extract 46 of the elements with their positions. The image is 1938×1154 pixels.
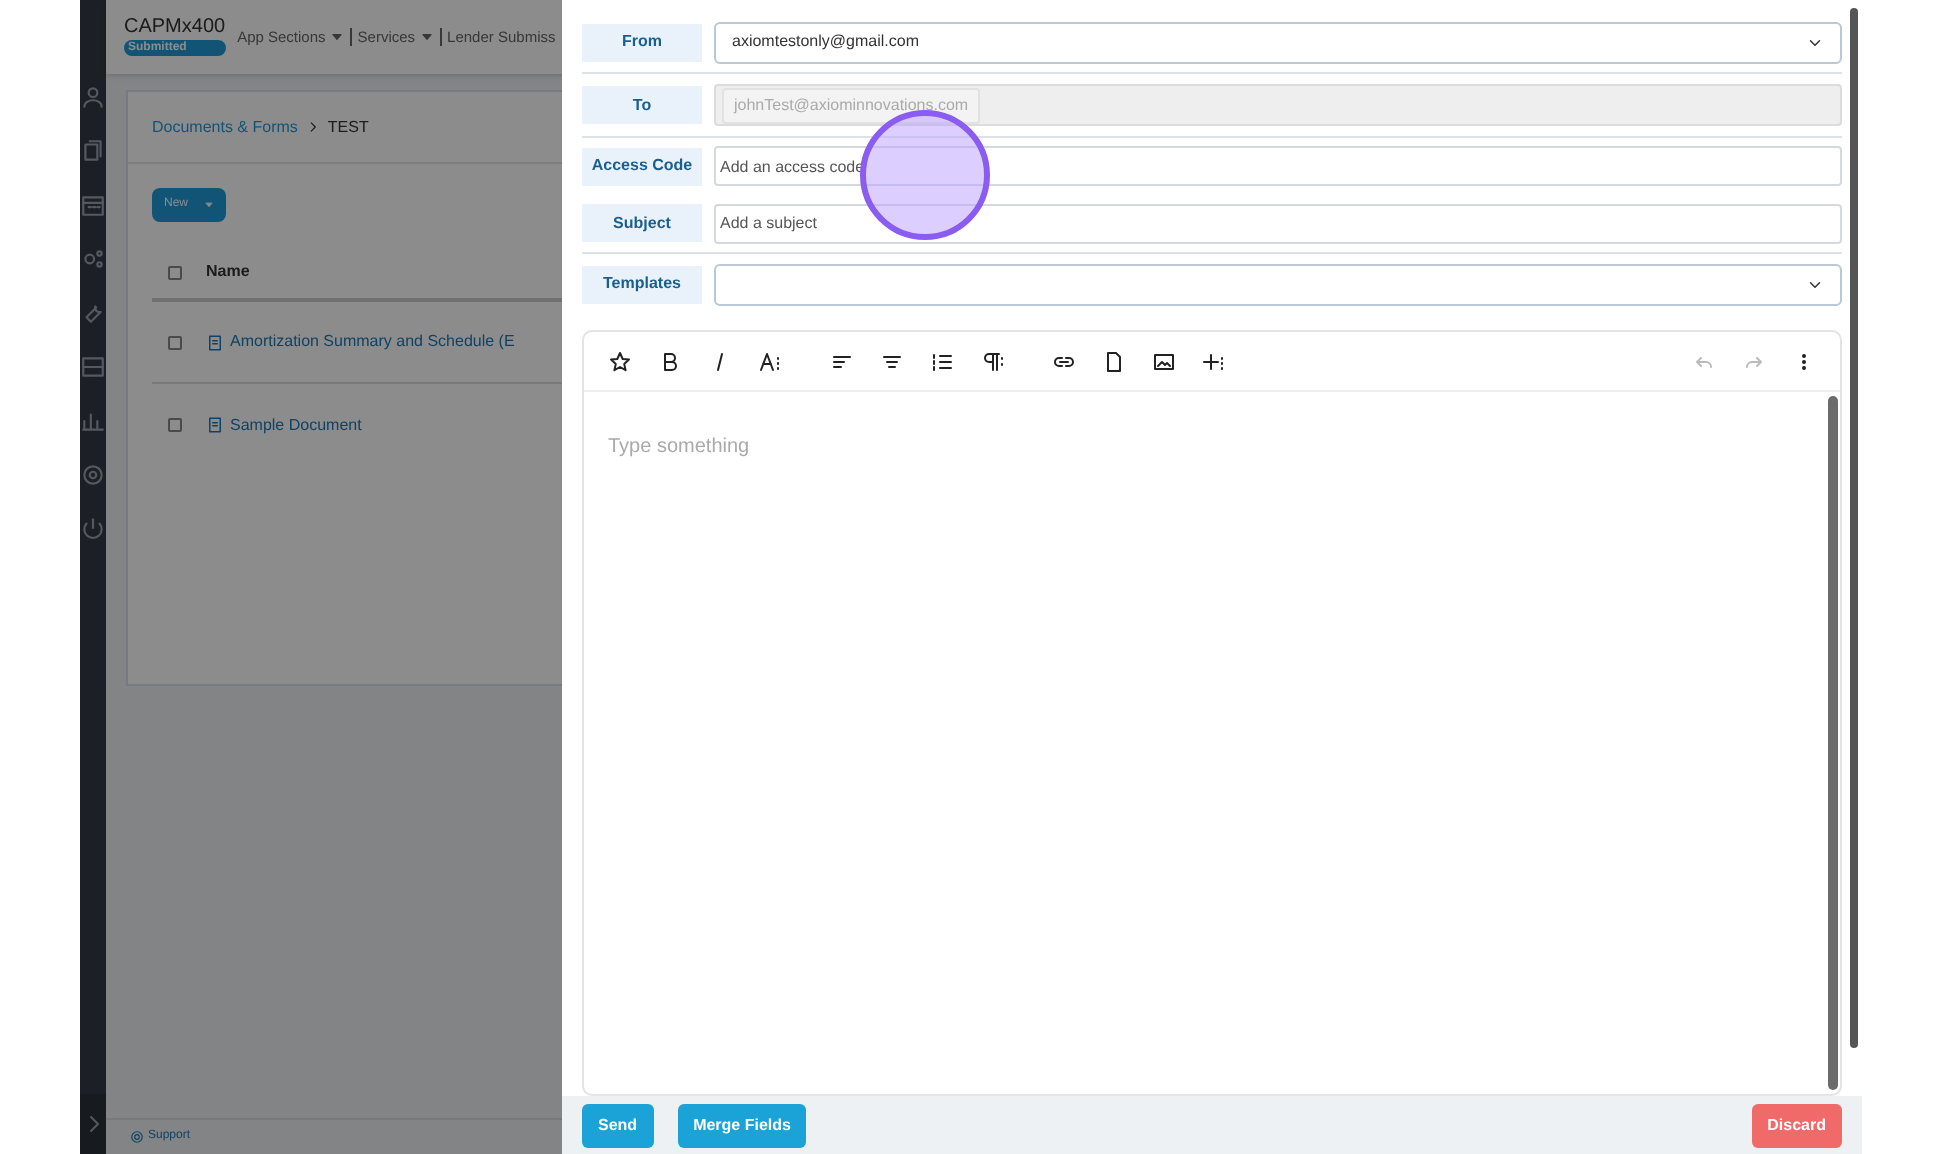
power-icon[interactable] bbox=[80, 516, 106, 542]
bold-icon[interactable] bbox=[658, 349, 682, 373]
caret-down-icon bbox=[204, 200, 215, 210]
action-button[interactable]: Merge Fields bbox=[677, 1103, 807, 1147]
scrollbar[interactable] bbox=[1828, 396, 1838, 1090]
document-icon bbox=[206, 333, 224, 351]
breadcrumb-link[interactable]: Documents & Forms bbox=[152, 115, 298, 139]
image-icon[interactable] bbox=[1152, 349, 1176, 373]
select-field[interactable]: axiomtestonly@gmail.com bbox=[714, 21, 1842, 63]
checkbox[interactable] bbox=[168, 265, 182, 279]
action-button[interactable]: Discard bbox=[1751, 1103, 1842, 1147]
recipient-field[interactable]: johnTest@axiominnovations.com bbox=[714, 84, 1842, 126]
text-input[interactable]: Add a subject bbox=[714, 203, 1842, 243]
breadcrumb-current: TEST bbox=[327, 115, 369, 139]
grid-icon[interactable] bbox=[80, 354, 106, 380]
field-label: To bbox=[582, 86, 702, 124]
document-link[interactable]: Sample Document bbox=[206, 413, 362, 437]
star-icon[interactable] bbox=[608, 349, 632, 373]
documents-icon[interactable] bbox=[80, 138, 106, 164]
paragraph-icon[interactable] bbox=[980, 349, 1004, 373]
field-label: From bbox=[582, 23, 702, 61]
user-icon[interactable] bbox=[80, 84, 106, 110]
gears-icon[interactable] bbox=[80, 246, 106, 272]
numbered-list-icon[interactable] bbox=[930, 349, 954, 373]
chevron-right-icon bbox=[305, 120, 320, 134]
document-icon bbox=[206, 416, 224, 434]
caret-down-icon bbox=[329, 30, 344, 44]
recipient-chip: johnTest@axiominnovations.com bbox=[722, 87, 981, 123]
file-icon[interactable] bbox=[1102, 349, 1126, 373]
caret-down-icon bbox=[419, 30, 434, 44]
bar-chart-icon[interactable] bbox=[80, 408, 106, 434]
editor-text-field[interactable]: Type something bbox=[584, 392, 1828, 1094]
action-button[interactable]: Send bbox=[582, 1103, 654, 1147]
checkbox[interactable] bbox=[168, 418, 182, 432]
field-label: Subject bbox=[582, 204, 702, 242]
select-field[interactable] bbox=[714, 263, 1842, 305]
lifebuoy-icon bbox=[130, 1130, 144, 1144]
column-header: Name bbox=[206, 260, 250, 284]
scrollbar[interactable] bbox=[1850, 8, 1858, 1048]
brand-name: CAPMx400 bbox=[124, 18, 226, 38]
document-link[interactable]: Amortization Summary and Schedule (E bbox=[206, 330, 515, 354]
field-label: Templates bbox=[582, 265, 702, 303]
insert-more-icon[interactable] bbox=[1202, 349, 1226, 373]
checkbox[interactable] bbox=[168, 335, 182, 349]
font-size-icon[interactable] bbox=[758, 349, 782, 373]
field-label: Access Code bbox=[582, 147, 702, 185]
